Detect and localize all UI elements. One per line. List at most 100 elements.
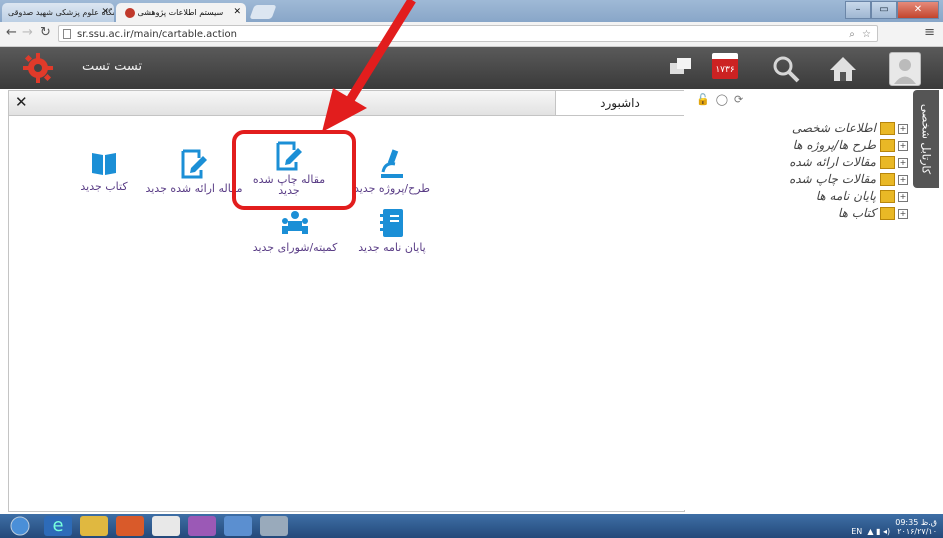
tab-close-icon[interactable]: ✕ [101, 3, 109, 22]
app-title: تست تست [82, 59, 143, 74]
tile-label: طرح/پروژه جدید [353, 182, 431, 195]
unlock-icon[interactable]: 🔓 [696, 93, 716, 106]
tile-label: مقاله چاپ شده جدید [252, 173, 326, 197]
expand-icon[interactable]: + [898, 174, 908, 185]
panel-close-icon[interactable]: ✕ [15, 93, 28, 111]
tree-node-label: مقالات چاپ شده [789, 172, 876, 186]
windows-icon[interactable] [668, 55, 694, 81]
url-field[interactable]: sr.ssu.ac.ir/main/cartable.action ⌕ ☆ [58, 25, 878, 42]
page-icon [63, 29, 71, 39]
folder-icon [880, 207, 895, 220]
start-orb-icon[interactable] [6, 516, 34, 536]
media-player-icon[interactable] [116, 516, 144, 536]
language-indicator[interactable]: EN [851, 527, 862, 536]
clock-time: 09:35 ق.ظ [895, 518, 937, 527]
expand-icon[interactable]: + [898, 191, 908, 202]
microscope-icon [381, 149, 403, 178]
browser-tab-university[interactable]: دانشگاه علوم پزشکی شهید صدوقی ✕ [2, 3, 114, 22]
mail-badge[interactable]: ۱۷۳۶ [712, 53, 738, 79]
notebook-icon [380, 209, 403, 237]
paint-icon[interactable] [260, 516, 288, 536]
tree-node-theses[interactable]: + پایان نامه ها [682, 188, 912, 205]
tree-node-books[interactable]: + کتاب ها [682, 205, 912, 222]
ie-icon[interactable]: e [44, 516, 72, 536]
folder-icon [880, 173, 895, 186]
maximize-button[interactable]: ▭ [871, 1, 897, 19]
chrome-icon[interactable] [152, 516, 180, 536]
avatar[interactable] [889, 52, 921, 86]
url-text: sr.ssu.ac.ir/main/cartable.action [77, 29, 237, 40]
browser-tab-label: دانشگاه علوم پزشکی شهید صدوقی [8, 8, 114, 17]
app-header: تست تست ۱۷۳۶ [0, 47, 943, 89]
minimize-button[interactable]: – [845, 1, 871, 19]
expand-icon[interactable]: + [898, 123, 908, 134]
mail-count: ۱۷۳۶ [715, 65, 735, 75]
tab-dashboard[interactable]: داشبورد [555, 91, 684, 115]
browser-tabstrip: دانشگاه علوم پزشکی شهید صدوقی ✕ سیستم اط… [0, 0, 943, 22]
reload-icon[interactable]: ↻ [40, 25, 51, 40]
tree-node-projects[interactable]: + طرح ها/پروژه ها [682, 137, 912, 154]
address-bar-row: ← → ↻ sr.ssu.ac.ir/main/cartable.action … [0, 22, 943, 47]
tree-node-label: کتاب ها [837, 206, 876, 220]
back-arrow-icon[interactable]: ← [6, 25, 17, 40]
tile-label: کمیته/شورای جدید [252, 241, 338, 254]
explorer-icon[interactable] [80, 516, 108, 536]
tile-label: پایان نامه جدید [358, 241, 426, 254]
tab-close-icon[interactable]: ✕ [233, 3, 241, 22]
edit-doc-icon [276, 141, 302, 171]
book-icon [92, 153, 116, 175]
window-controls: – ▭ ✕ [845, 1, 939, 19]
tile-label: کتاب جدید [80, 180, 128, 193]
folder-icon [880, 122, 895, 135]
user-icon [894, 59, 916, 84]
system-tray: EN ▲ ▮ ◂) 09:35 ق.ظ ۲۰۱۶/۲۷/۱۰ [851, 518, 937, 536]
tree-toolbar: 🔓◯⟳ [696, 93, 749, 106]
dashboard-panel: ✕ داشبورد کتاب جدید مقاله ارائه شده جدید… [8, 90, 685, 512]
clock-date: ۲۰۱۶/۲۷/۱۰ [897, 527, 937, 536]
tile-new-thesis[interactable]: پایان نامه جدید [347, 207, 437, 254]
expand-icon[interactable]: + [898, 140, 908, 151]
tile-new-book[interactable]: کتاب جدید [59, 148, 149, 193]
tree-node-personal-info[interactable]: + اطلاعات شخصی [682, 120, 912, 137]
tile-new-presented-article[interactable]: مقاله ارائه شده جدید [139, 148, 249, 195]
folder-icon [880, 156, 895, 169]
committee-icon [282, 211, 308, 234]
tile-new-project[interactable]: طرح/پروژه جدید [347, 148, 437, 195]
tile-label: مقاله ارائه شده جدید [145, 182, 243, 195]
tree-node-label: پایان نامه ها [815, 189, 876, 203]
search-icon[interactable] [772, 55, 800, 83]
new-tab-button[interactable] [249, 5, 277, 19]
vertical-tab-label: کارتابل شخصی [919, 103, 933, 175]
word-icon[interactable] [224, 516, 252, 536]
gear-logo-icon [23, 53, 53, 83]
gear-favicon-icon [125, 7, 135, 18]
forward-arrow-icon[interactable]: → [22, 25, 33, 40]
tree: + اطلاعات شخصی + طرح ها/پروژه ها + مقالات ا… [682, 120, 912, 222]
close-window-button[interactable]: ✕ [897, 1, 939, 19]
browser-tab-label: سیستم اطلاعات پژوهشی [137, 8, 224, 17]
tree-node-label: طرح ها/پروژه ها [792, 138, 876, 152]
tree-node-presented-articles[interactable]: + مقالات ارائه شده [682, 154, 912, 171]
circle-icon[interactable]: ◯ [716, 93, 734, 106]
extension-icons[interactable]: ⌕ ☆ [849, 26, 873, 43]
expand-icon[interactable]: + [898, 157, 908, 168]
browser-tab-research[interactable]: سیستم اطلاعات پژوهشی ✕ [116, 3, 246, 22]
edit-doc-icon [181, 149, 207, 179]
tile-new-committee[interactable]: کمیته/شورای جدید [241, 207, 349, 254]
personal-cartable-panel: 🔓◯⟳ + اطلاعات شخصی + طرح ها/پروژه ها + مقال… [684, 90, 912, 510]
tile-new-published-article[interactable]: مقاله چاپ شده جدید [249, 140, 329, 196]
clock[interactable]: 09:35 ق.ظ ۲۰۱۶/۲۷/۱۰ [895, 518, 937, 536]
tree-node-label: اطلاعات شخصی [791, 121, 876, 135]
tree-node-published-articles[interactable]: + مقالات چاپ شده [682, 171, 912, 188]
expand-icon[interactable]: + [898, 208, 908, 219]
refresh-icon[interactable]: ⟳ [734, 93, 749, 106]
home-icon[interactable] [828, 55, 858, 83]
tree-node-label: مقالات ارائه شده [789, 155, 876, 169]
tab-dashboard-label: داشبورد [600, 96, 640, 110]
tab-personal-cartable[interactable]: کارتابل شخصی [913, 90, 939, 188]
visual-studio-icon[interactable] [188, 516, 216, 536]
menu-icon[interactable]: ≡ [924, 25, 935, 40]
folder-icon [880, 190, 895, 203]
panel-titlebar: ✕ داشبورد [9, 91, 684, 116]
folder-icon [880, 139, 895, 152]
